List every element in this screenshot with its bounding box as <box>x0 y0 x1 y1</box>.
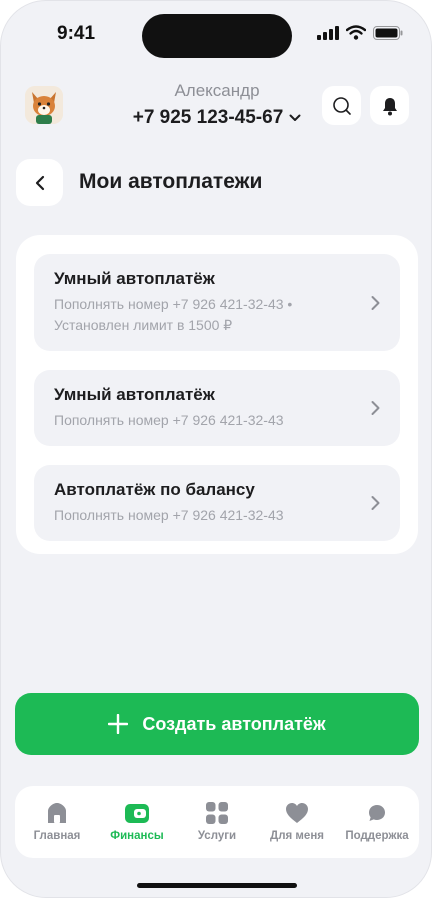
heart-icon <box>286 803 308 823</box>
notifications-button[interactable] <box>370 86 409 125</box>
phone-screen: 9:41 Александр +7 925 123-45-67 Мои авто… <box>0 0 432 898</box>
plus-icon <box>108 714 129 734</box>
battery-icon <box>373 25 403 40</box>
wifi-icon <box>346 25 366 40</box>
tab-label: Поддержка <box>345 830 409 842</box>
account-switcher[interactable]: +7 925 123-45-67 <box>133 107 302 129</box>
avatar[interactable] <box>25 86 63 124</box>
tab-services[interactable]: Услуги <box>178 802 256 842</box>
tab-finances[interactable]: Финансы <box>98 802 176 842</box>
autopayment-subtitle: Пополнять номер +7 926 421-32-43 <box>54 507 284 523</box>
autopayment-subtitle: Пополнять номер +7 926 421-32-43 <box>54 412 284 428</box>
autopayment-subtitle: Пополнять номер +7 926 421-32-43 • Устан… <box>54 294 352 336</box>
chevron-right-icon <box>371 496 380 510</box>
tab-support[interactable]: Поддержка <box>338 802 416 842</box>
autopayment-item[interactable]: Умный автоплатёж Пополнять номер +7 926 … <box>34 254 400 351</box>
chevron-left-icon <box>35 175 44 190</box>
autopayment-item[interactable]: Автоплатёж по балансу Пополнять номер +7… <box>34 465 400 541</box>
user-phone: +7 925 123-45-67 <box>132 107 284 128</box>
autopayment-subtitle-line: Установлен лимит в 1500 ₽ <box>54 317 233 333</box>
autopayment-title: Автоплатёж по балансу <box>54 480 255 499</box>
bell-icon <box>382 97 397 115</box>
home-indicator[interactable] <box>137 883 297 888</box>
autopayments-list: Умный автоплатёж Пополнять номер +7 926 … <box>16 235 418 554</box>
cellular-signal-icon <box>317 25 339 40</box>
create-autopayment-label: Создать автоплатёж <box>142 713 326 734</box>
fox-avatar-icon <box>25 86 63 124</box>
tab-label: Для меня <box>270 830 324 842</box>
back-button[interactable] <box>16 159 63 206</box>
search-icon <box>332 96 351 115</box>
home-icon <box>48 803 66 823</box>
tab-label: Главная <box>33 830 81 842</box>
dynamic-island <box>142 14 292 58</box>
wallet-icon <box>125 804 149 823</box>
user-name: Александр <box>174 81 260 100</box>
tab-label: Финансы <box>110 830 164 842</box>
search-button[interactable] <box>322 86 361 125</box>
autopayment-title: Умный автоплатёж <box>54 385 215 404</box>
status-icons <box>317 25 403 40</box>
tab-home[interactable]: Главная <box>18 802 96 842</box>
page-title: Мои автоплатежи <box>79 170 263 193</box>
grid-icon <box>206 802 228 824</box>
chevron-right-icon <box>371 295 380 310</box>
tab-label: Услуги <box>197 830 237 842</box>
autopayment-item[interactable]: Умный автоплатёж Пополнять номер +7 926 … <box>34 370 400 446</box>
user-block: Александр +7 925 123-45-67 <box>111 81 323 129</box>
chevron-down-icon <box>289 114 301 121</box>
tab-for-me[interactable]: Для меня <box>258 802 336 842</box>
chat-bubble-icon <box>369 805 385 821</box>
autopayment-title: Умный автоплатёж <box>54 269 215 288</box>
status-time: 9:41 <box>57 23 96 44</box>
create-autopayment-button[interactable]: Создать автоплатёж <box>15 693 419 755</box>
autopayment-subtitle-line: Пополнять номер +7 926 421-32-43 • <box>54 296 293 312</box>
chevron-right-icon <box>371 401 380 415</box>
tab-bar: Главная Финансы Услуги Для меня Поддержк… <box>15 786 419 858</box>
